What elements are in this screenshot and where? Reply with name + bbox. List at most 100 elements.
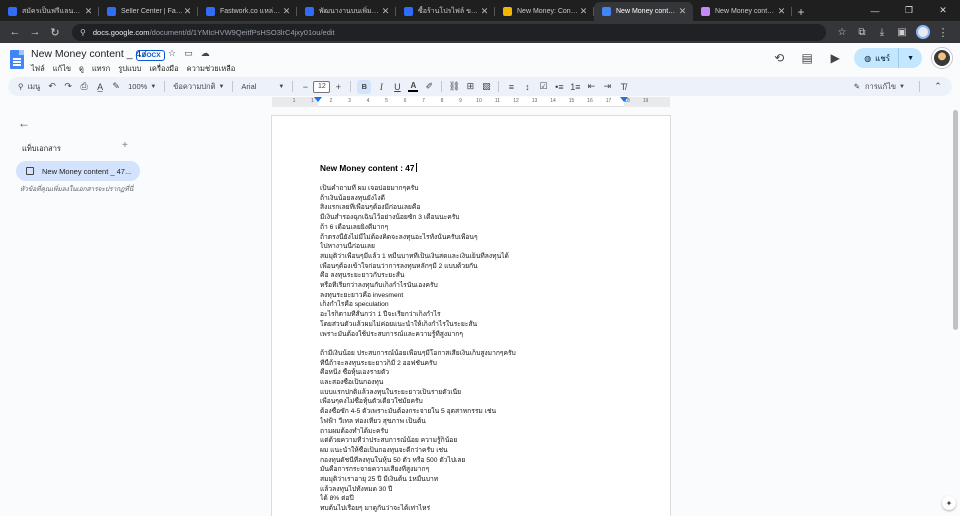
browser-tab[interactable]: ซื้อร้านโปรไฟล์ ของขั้นทุกอาชีพ✕	[396, 2, 495, 21]
document-line[interactable]: เป็นคำถามที่ ผม เจอบ่อยมากๆครับ	[320, 184, 640, 194]
comments-icon[interactable]: ▤	[798, 51, 816, 65]
close-tab-icon[interactable]: ✕	[183, 6, 192, 17]
document-line[interactable]: เพื่อนๆต้องเข้าใจก่อนว่าการลงทุนหลักๆมี …	[320, 262, 640, 272]
restore-icon[interactable]: ❐	[892, 0, 926, 21]
document-line[interactable]: และสองซื้อเป็นกองทุน	[320, 378, 640, 388]
document-line[interactable]: หรือที่เรียกว่าลงทุนกับเก็งกำไรนั่นเองคร…	[320, 281, 640, 291]
browser-menu-icon[interactable]: ⋮	[934, 23, 952, 41]
menu-item[interactable]: รูปแบบ	[118, 63, 141, 75]
text-color-icon[interactable]: A	[405, 77, 421, 96]
document-line[interactable]: อะไรก็ตามที่สั้นกว่า 1 ปีจะเรียกว่าเก็งก…	[320, 310, 640, 320]
left-indent-marker[interactable]	[314, 97, 322, 102]
user-avatar[interactable]	[932, 48, 952, 68]
insert-image-icon[interactable]: ▨	[478, 77, 494, 96]
reload-icon[interactable]: ↻	[46, 23, 64, 41]
document-title[interactable]: New Money content _ 47	[31, 48, 147, 60]
back-icon[interactable]: ←	[6, 23, 24, 41]
share-button[interactable]: ◍ แชร์ ▼	[854, 48, 922, 68]
increase-font-size-icon[interactable]: +	[330, 77, 346, 96]
document-line[interactable]: กองทุนดัชนีที่ลงทุนในหุ้น 50 ตัว หรือ 50…	[320, 456, 640, 466]
document-heading[interactable]: New Money content : 47	[320, 163, 417, 173]
zoom-select[interactable]: 100% ▼	[124, 77, 160, 96]
star-icon[interactable]: ☆	[168, 48, 176, 59]
document-line[interactable]: สมมุติว่าเราอายุ 25 ปี มีเงินต้น 1หมื่นบ…	[320, 475, 640, 485]
document-body[interactable]: เป็นคำถามที่ ผม เจอบ่อยมากๆครับ ถ้าเงินน้…	[320, 184, 640, 514]
document-line[interactable]: สิ่งแรกเลยที่เพื่อนๆต้องมีก่อนเลยคือ	[320, 203, 640, 213]
close-tab-icon[interactable]: ✕	[381, 6, 390, 17]
hide-menus-icon[interactable]: ⌃	[930, 77, 946, 96]
bulleted-list-icon[interactable]: •≡	[551, 77, 567, 96]
document-line[interactable]: มันคือการกระจายความเสี่ยงที่สูงมากๆ	[320, 465, 640, 475]
document-line[interactable]: ถ้าเงินน้อยลงทุนยังไงดี	[320, 194, 640, 204]
bookmark-star-icon[interactable]: ☆	[832, 23, 852, 41]
decrease-indent-icon[interactable]: ⇤	[583, 77, 599, 96]
page-scrollbar[interactable]	[953, 110, 958, 330]
site-info-icon[interactable]: ⚲	[80, 28, 86, 37]
menu-item[interactable]: ดู	[79, 63, 84, 75]
browser-tab[interactable]: New Money: Content 47✕	[495, 2, 594, 21]
menu-item[interactable]: เครื่องมือ	[149, 63, 178, 75]
document-page[interactable]: New Money content : 47 เป็นคำถามที่ ผม เ…	[272, 116, 670, 516]
download-icon[interactable]: ⤓	[872, 23, 892, 41]
document-line[interactable]: ลงทุนระยะยาวคือ invesment	[320, 291, 640, 301]
document-line[interactable]: แต่ด้วยความที่ว่าประสบการณ์น้อย ความรู้ก…	[320, 436, 640, 446]
document-line[interactable]: ผม แนะนำให้ซื้อเป็นกองทุนจะดีกว่าครับ เช…	[320, 446, 640, 456]
document-line[interactable]: แบบแรกปกติแล้วลงทุนในระยะยาวเป็นรายตัวเน…	[320, 388, 640, 398]
editing-mode-select[interactable]: ✎ การแก้ไข ▼	[850, 77, 909, 96]
italic-icon[interactable]: I	[373, 77, 389, 96]
docs-logo-icon[interactable]	[10, 50, 24, 69]
browser-tab[interactable]: พัฒนางานบนเพิ่มแล้วที่พ้นการค้✕	[297, 2, 396, 21]
browser-tab[interactable]: Seller Center | Fastwork.co✕	[99, 2, 198, 21]
document-line[interactable]: คือหนึ่ง ซื้อหุ้นเองรายตัว	[320, 368, 640, 378]
history-icon[interactable]: ⟲	[770, 51, 788, 65]
browser-tab[interactable]: New Money content _47...✕	[594, 2, 693, 21]
share-dropdown-icon[interactable]: ▼	[898, 48, 922, 68]
redo-icon[interactable]: ↷	[60, 77, 76, 96]
menu-item[interactable]: แทรก	[92, 63, 110, 75]
cloud-status-icon[interactable]: ☁	[201, 48, 210, 59]
paint-format-icon[interactable]: ✎	[108, 77, 124, 96]
add-comment-icon[interactable]: ⊞	[462, 77, 478, 96]
search-menus[interactable]: ⚲ เมนู	[14, 77, 44, 96]
add-tab-button[interactable]: +	[122, 140, 128, 151]
numbered-list-icon[interactable]: 1≡	[567, 77, 583, 96]
browser-tab[interactable]: Fastwork.co แหล่งรวมฟรีแลน✕	[198, 2, 297, 21]
document-line[interactable]: สมมุติว่าเพื่อนๆมีแล้ว 1 หมื่นบาทที่เป็น…	[320, 252, 640, 262]
undo-icon[interactable]: ↶	[44, 77, 60, 96]
document-line[interactable]: ถ้า 6 เดือนเลยยิ่งดีมากๆ	[320, 223, 640, 233]
insert-link-icon[interactable]: ⛓	[446, 77, 462, 96]
menu-item[interactable]: แก้ไข	[53, 63, 71, 75]
horizontal-ruler[interactable]: 1 1 2 3 4 5 6 7 8 9 10 11 12 13 14 15 16 17 18 19	[272, 97, 670, 107]
font-select[interactable]: Arial ▼	[237, 77, 288, 96]
close-tab-icon[interactable]: ✕	[84, 6, 93, 17]
increase-indent-icon[interactable]: ⇥	[599, 77, 615, 96]
browser-tab[interactable]: สมัครเป็นฟรีแลนซ์ มีสปอยเลอ✕	[0, 2, 99, 21]
align-icon[interactable]: ≡	[503, 77, 519, 96]
menu-item[interactable]: ความช่วยเหลือ	[187, 63, 236, 75]
close-tab-icon[interactable]: ✕	[282, 6, 291, 17]
document-line[interactable]: ถามผมต้องทำได้มะครับ	[320, 427, 640, 437]
checklist-icon[interactable]: ☑	[535, 77, 551, 96]
document-line[interactable]: โดยส่วนตัวแล้วผมไม่ค่อยแนะนำให้เก็งกำไรใ…	[320, 320, 640, 330]
close-tab-icon[interactable]: ✕	[777, 6, 786, 17]
browser-tab[interactable]: New Money content : 47✕	[693, 2, 792, 21]
new-tab-button[interactable]: +	[792, 2, 810, 21]
document-line[interactable]: เก็งกำไรคือ speculation	[320, 300, 640, 310]
line-spacing-icon[interactable]: ↕	[519, 77, 535, 96]
close-tab-icon[interactable]: ✕	[678, 6, 687, 17]
url-bar[interactable]: ⚲ docs.google.com /document/d/1YMIcHVW9Q…	[72, 23, 826, 41]
document-line[interactable]: ถ้าตรงนี้ยังไม่มีไม่ต้องคิดจะลงทุนอะไรทั…	[320, 233, 640, 243]
document-line[interactable]: มีเงินสำรองฉุกเฉินไว้อย่างน้อยซัก 3 เดือ…	[320, 213, 640, 223]
spellcheck-icon[interactable]: A̲	[92, 77, 108, 96]
explore-fab-icon[interactable]: ✦	[942, 496, 956, 510]
move-folder-icon[interactable]: ▭	[184, 48, 193, 59]
document-line[interactable]: คือ ลงทุนระยะยาวกับระยะสั้น	[320, 271, 640, 281]
document-line[interactable]: ต้องซื้อซัก 4-5 ตัวเพราะมันต้องกระจายใน …	[320, 407, 640, 417]
print-icon[interactable]: ⎙	[76, 77, 92, 96]
document-line[interactable]: แล้วลงทุนไปทั้งหมด 30 ปี	[320, 485, 640, 495]
document-line[interactable]: ได้ 8% ต่อปี	[320, 494, 640, 504]
close-outline-arrow-icon[interactable]: ←	[18, 116, 30, 130]
highlight-icon[interactable]: ✐	[421, 77, 437, 96]
menu-item[interactable]: ไฟล์	[31, 63, 45, 75]
decrease-font-size-icon[interactable]: −	[297, 77, 313, 96]
